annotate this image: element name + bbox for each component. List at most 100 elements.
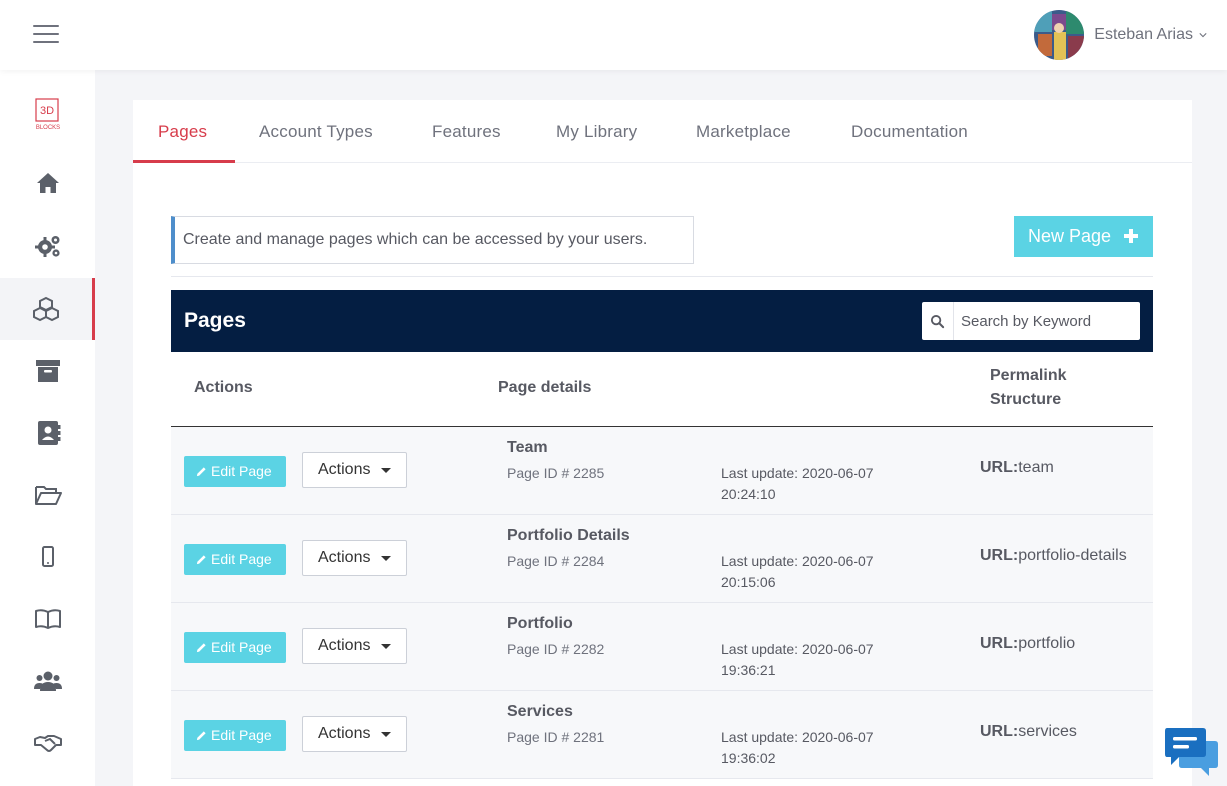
sidebar-item-partners[interactable] (0, 712, 95, 774)
intro-text: Create and manage pages which can be acc… (171, 216, 694, 264)
hamburger-icon[interactable] (33, 25, 59, 43)
tab-features[interactable]: Features (432, 100, 501, 163)
sidebar-item-docs[interactable] (0, 588, 95, 650)
last-update-date: Last update: 2020-06-07 (721, 465, 874, 481)
top-bar: Esteban Arias (0, 0, 1227, 70)
sidebar-item-blocks[interactable] (0, 278, 95, 340)
chat-icon (1165, 728, 1218, 776)
pencil-icon (196, 467, 206, 477)
actions-label: Actions (318, 549, 371, 566)
pages-table-header-bar: Pages (171, 290, 1153, 352)
table-row: Edit Page Actions Team Page ID # 2285 La… (171, 427, 1153, 515)
user-menu[interactable]: Esteban Arias (1034, 10, 1207, 60)
tab-marketplace[interactable]: Marketplace (696, 100, 791, 163)
page-title: Team (507, 439, 548, 456)
mobile-icon (41, 546, 54, 567)
tab-documentation[interactable]: Documentation (851, 100, 968, 163)
handshake-icon (33, 735, 62, 752)
page-title: Portfolio (507, 615, 573, 632)
permalink: URL:portfolio (980, 635, 1075, 653)
last-update-time: 20:15:06 (721, 574, 776, 590)
new-page-button[interactable]: New Page (1014, 216, 1153, 257)
page-title: Services (507, 703, 573, 720)
tab-bar: Pages Account Types Features My Library … (133, 100, 1192, 163)
sidebar-item-users[interactable] (0, 650, 95, 712)
page-id: Page ID # 2285 (507, 465, 605, 481)
last-update: Last update: 2020-06-07 19:36:02 (721, 727, 911, 769)
sidebar-item-archive[interactable] (0, 340, 95, 402)
sidebar-item-settings[interactable] (0, 215, 95, 277)
actions-dropdown[interactable]: Actions (302, 452, 407, 488)
tab-pages[interactable]: Pages (133, 100, 235, 163)
edit-page-button[interactable]: Edit Page (184, 720, 286, 751)
edit-page-label: Edit Page (211, 727, 272, 743)
avatar[interactable] (1034, 10, 1085, 60)
book-open-icon (34, 609, 61, 629)
chat-widget-button[interactable] (1165, 725, 1219, 779)
permalink: URL:services (980, 723, 1077, 741)
brand-logo[interactable]: 3D BLOCKS (0, 85, 95, 145)
url-label: URL: (980, 723, 1019, 740)
table-row: Edit Page Actions Services Page ID # 228… (171, 691, 1153, 779)
gears-icon (34, 236, 60, 257)
pencil-icon (196, 555, 206, 565)
search-input[interactable] (955, 302, 1139, 340)
sidebar-item-files[interactable] (0, 464, 95, 526)
url-label: URL: (980, 547, 1019, 564)
permalink: URL:team (980, 459, 1054, 477)
column-header-permalink-line2: Structure (990, 391, 1062, 408)
last-update-date: Last update: 2020-06-07 (721, 729, 874, 745)
page-title: Portfolio Details (507, 527, 630, 544)
page-id: Page ID # 2284 (507, 553, 605, 569)
sidebar-item-home[interactable] (0, 152, 95, 214)
table-row: Edit Page Actions Portfolio Details Page… (171, 515, 1153, 603)
chevron-down-icon[interactable] (1199, 31, 1207, 39)
page-id: Page ID # 2281 (507, 729, 605, 745)
edit-page-button[interactable]: Edit Page (184, 632, 286, 663)
url-label: URL: (980, 635, 1019, 652)
tab-account-types[interactable]: Account Types (259, 100, 373, 163)
last-update-date: Last update: 2020-06-07 (721, 641, 874, 657)
actions-label: Actions (318, 637, 371, 654)
column-header-permalink-line1: Permalink (990, 367, 1067, 384)
last-update: Last update: 2020-06-07 20:24:10 (721, 463, 911, 505)
last-update-time: 19:36:02 (721, 750, 776, 766)
url-label: URL: (980, 459, 1019, 476)
url-value: services (1018, 723, 1077, 740)
permalink: URL:portfolio-details (980, 547, 1127, 565)
sidebar: 3D BLOCKS (0, 70, 95, 786)
search-icon[interactable] (922, 302, 954, 340)
caret-down-icon (381, 468, 391, 473)
address-book-icon (37, 421, 60, 445)
caret-down-icon (381, 644, 391, 649)
last-update-date: Last update: 2020-06-07 (721, 553, 874, 569)
column-header-page-details: Page details (498, 379, 592, 396)
sidebar-item-mobile[interactable] (0, 526, 95, 588)
edit-page-label: Edit Page (211, 551, 272, 567)
table-row: Edit Page Actions Portfolio Page ID # 22… (171, 603, 1153, 691)
edit-page-button[interactable]: Edit Page (184, 456, 286, 487)
last-update: Last update: 2020-06-07 19:36:21 (721, 639, 911, 681)
page-id: Page ID # 2282 (507, 641, 605, 657)
sidebar-item-contacts[interactable] (0, 402, 95, 464)
last-update-time: 20:24:10 (721, 486, 776, 502)
new-page-label: New Page (1028, 226, 1112, 246)
logo-text: 3D (39, 105, 53, 117)
last-update: Last update: 2020-06-07 20:15:06 (721, 551, 911, 593)
url-value: portfolio-details (1018, 547, 1127, 564)
actions-dropdown[interactable]: Actions (302, 716, 407, 752)
caret-down-icon (381, 556, 391, 561)
pages-table-title: Pages (184, 309, 246, 332)
edit-page-button[interactable]: Edit Page (184, 544, 286, 575)
logo-icon: 3D BLOCKS (34, 98, 60, 131)
column-header-permalink: Permalink Structure (990, 364, 1066, 412)
logo-subtext: BLOCKS (35, 125, 59, 131)
tab-my-library[interactable]: My Library (556, 100, 637, 163)
actions-label: Actions (318, 725, 371, 742)
column-header-actions: Actions (194, 379, 253, 396)
actions-dropdown[interactable]: Actions (302, 540, 407, 576)
actions-dropdown[interactable]: Actions (302, 628, 407, 664)
folder-open-icon (34, 486, 62, 505)
plus-icon (1124, 229, 1138, 243)
user-name[interactable]: Esteban Arias (1094, 26, 1193, 44)
